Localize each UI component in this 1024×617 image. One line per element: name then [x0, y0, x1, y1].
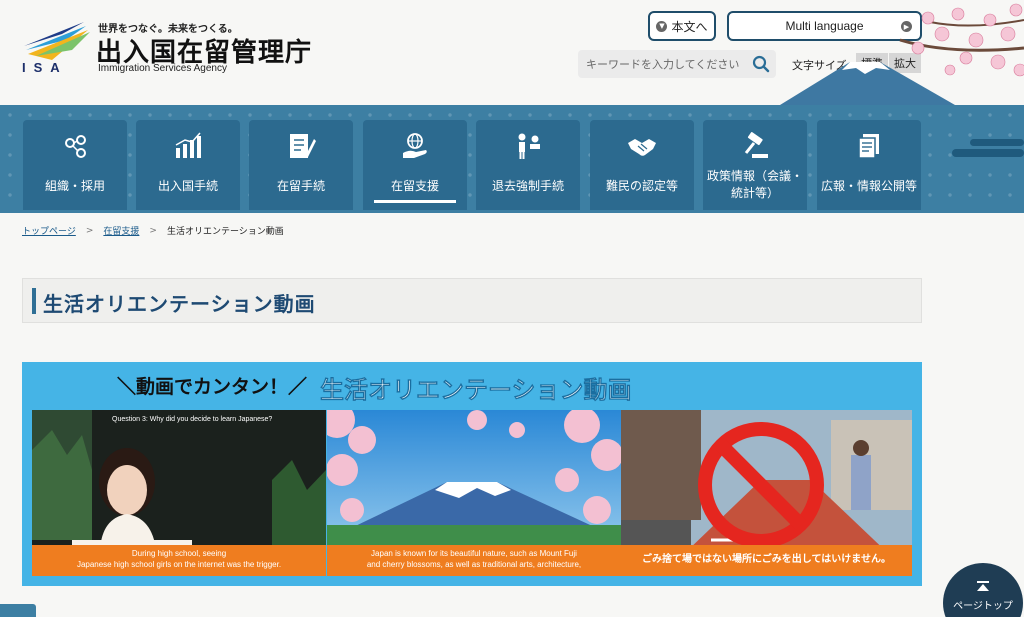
- nav-label-line2: 統計等）: [730, 186, 779, 200]
- page-title-box: 生活オリエンテーション動画: [22, 278, 922, 323]
- page-title: 生活オリエンテーション動画: [43, 292, 316, 316]
- caption-line2: and cherry blossoms, as well as traditio…: [366, 560, 582, 569]
- search-input[interactable]: [586, 54, 746, 74]
- search-icon[interactable]: [752, 55, 770, 73]
- orientation-video-banner[interactable]: ＼動画でカンタン！／ 生活オリエンテーション動画 Question 3: Why…: [22, 362, 922, 586]
- thumbnail-caption: ごみ捨て場ではない場所にごみを出してはいけません。: [621, 545, 912, 576]
- nav-label: 退去強制手続: [491, 179, 564, 193]
- caption-line1: During high school, seeing: [131, 549, 227, 558]
- search-box: [578, 50, 776, 78]
- nav-label: 組織・採用: [44, 179, 105, 193]
- banner-subheading: ＼動画でカンタン！／: [117, 376, 308, 398]
- nav-item-support[interactable]: 在留支援: [363, 120, 467, 210]
- video-thumbnail-garbage-rules[interactable]: ごみ捨て場ではない場所にごみを出してはいけません。: [621, 410, 912, 576]
- title-accent-bar: [32, 288, 36, 314]
- chevron-down-icon: ▼: [656, 20, 668, 32]
- nav-item-organization[interactable]: 組織・採用: [23, 120, 127, 210]
- breadcrumb-home-link[interactable]: トップページ: [22, 224, 76, 237]
- people-network-icon: [65, 135, 86, 158]
- breadcrumb: トップページ > 在留支援 > 生活オリエンテーション動画: [22, 224, 284, 238]
- page-top-label: ページトップ: [953, 601, 1013, 612]
- isa-logo-mark-icon: [24, 22, 90, 60]
- thumbnail-caption: Japan is known for its beautiful nature,…: [327, 545, 621, 576]
- thumbnail-caption: During high school, seeing Japanese high…: [32, 545, 326, 576]
- nav-item-policy[interactable]: 政策情報（会議・ 統計等）: [703, 120, 807, 210]
- nav-item-public-relations[interactable]: 広報・情報公開等: [817, 120, 921, 210]
- bar-chart-icon: [175, 132, 201, 158]
- cloud-decoration: [952, 139, 1024, 157]
- global-nav: 組織・採用 出入国手続 在留手続 在留支援 退去強制手続 難民の認定等 政策情報…: [0, 105, 1024, 213]
- documents-icon: [858, 134, 879, 159]
- caption-line2: Japanese high school girls on the intern…: [76, 560, 282, 569]
- caption-line1: Japan is known for its beautiful nature,…: [371, 549, 577, 558]
- site-header: ISA 世界をつなぐ。未来をつくる。 出入国在留管理庁 Immigration …: [0, 0, 1024, 105]
- globe-hand-icon: [403, 133, 427, 158]
- skip-to-content-button[interactable]: ▼ 本文へ: [648, 11, 716, 41]
- arrow-up-icon: [977, 581, 989, 591]
- agency-name-en: Immigration Services Agency: [98, 63, 227, 74]
- breadcrumb-separator-icon: >: [85, 225, 94, 236]
- video-thumbnail-interview[interactable]: Question 3: Why did you decide to learn …: [32, 410, 326, 576]
- nav-label: 在留支援: [390, 179, 439, 193]
- banner-heading: 生活オリエンテーション動画: [320, 376, 632, 405]
- thumbnail-question: Question 3: Why did you decide to learn …: [112, 416, 273, 423]
- breadcrumb-parent-link[interactable]: 在留支援: [103, 224, 139, 237]
- isa-logo[interactable]: ISA: [22, 20, 92, 76]
- nav-label-line1: 政策情報（会議・: [706, 169, 803, 183]
- nav-item-immigration[interactable]: 出入国手続: [136, 120, 240, 210]
- handshake-icon: [628, 139, 656, 156]
- page-top-button[interactable]: ページトップ: [943, 563, 1023, 617]
- nav-label: 政策情報（会議・ 統計等）: [703, 168, 807, 202]
- nav-item-deportation[interactable]: 退去強制手続: [476, 120, 580, 210]
- video-thumbnail-mount-fuji[interactable]: Japan is known for its beautiful nature,…: [327, 410, 621, 576]
- gavel-icon: [744, 132, 768, 158]
- breadcrumb-separator-icon: >: [149, 225, 157, 236]
- document-pen-icon: [290, 134, 316, 158]
- nav-label: 在留手続: [276, 179, 325, 193]
- two-people-icon: [518, 133, 540, 159]
- nav-label: 広報・情報公開等: [820, 179, 917, 193]
- mount-fuji-sakura-decoration: [780, 3, 1024, 105]
- breadcrumb-current: 生活オリエンテーション動画: [166, 227, 284, 237]
- logo-letters: ISA: [22, 60, 68, 75]
- skip-to-content-label: 本文へ: [671, 19, 708, 34]
- nav-item-residence[interactable]: 在留手続: [249, 120, 353, 210]
- nav-label: 出入国手続: [157, 179, 218, 193]
- nav-item-refugee[interactable]: 難民の認定等: [590, 120, 694, 210]
- side-tab[interactable]: [0, 604, 36, 617]
- nav-label: 難民の認定等: [605, 179, 678, 193]
